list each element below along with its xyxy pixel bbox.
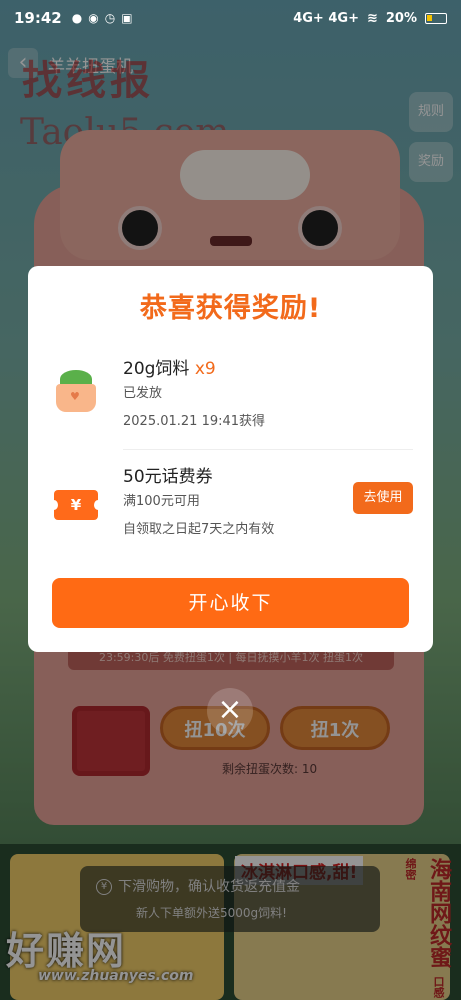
status-time: 19:42 <box>14 9 62 27</box>
battery-percent: 20% <box>385 10 417 26</box>
notification-icons: ● ◉ ◷ ▣ <box>72 11 133 25</box>
coupon-condition: 满100元可用 <box>123 494 200 509</box>
reward-modal: 恭喜获得奖励! 20g饲料 x9 已发放 2025.01.21 19:41获得 … <box>28 266 433 652</box>
reward-quantity: x9 <box>194 359 216 379</box>
coupon-name: 50元话费券 <box>123 467 213 487</box>
reward-divider <box>123 449 413 450</box>
confirm-button[interactable]: 开心收下 <box>52 578 409 628</box>
reward-status: 已发放 <box>123 386 163 401</box>
battery-icon <box>425 12 447 24</box>
coupon-icon: ¥ <box>50 490 102 520</box>
weibo-icon: ◉ <box>88 11 99 25</box>
pot-icon <box>56 384 96 412</box>
modal-title: 恭喜获得奖励! <box>139 293 322 324</box>
gallery-icon: ▣ <box>121 11 133 25</box>
wifi-icon: ≋ <box>366 10 378 26</box>
feed-pot-icon <box>56 370 96 414</box>
close-icon[interactable]: × <box>207 688 253 734</box>
reward-name: 20g饲料 x9 <box>123 354 216 379</box>
clock-icon: ◷ <box>104 11 116 25</box>
wechat-icon: ● <box>71 11 83 25</box>
coupon-validity: 自领取之日起7天之内有效 <box>123 522 275 537</box>
network-indicator: 4G+ 4G+ <box>293 10 359 26</box>
reward-time: 2025.01.21 19:41获得 <box>123 414 266 429</box>
use-coupon-button[interactable]: 去使用 <box>353 482 413 514</box>
reward-name-text: 20g饲料 <box>123 359 190 379</box>
status-bar: 19:42 ● ◉ ◷ ▣ 4G+ 4G+ ≋ 20% <box>0 0 461 36</box>
